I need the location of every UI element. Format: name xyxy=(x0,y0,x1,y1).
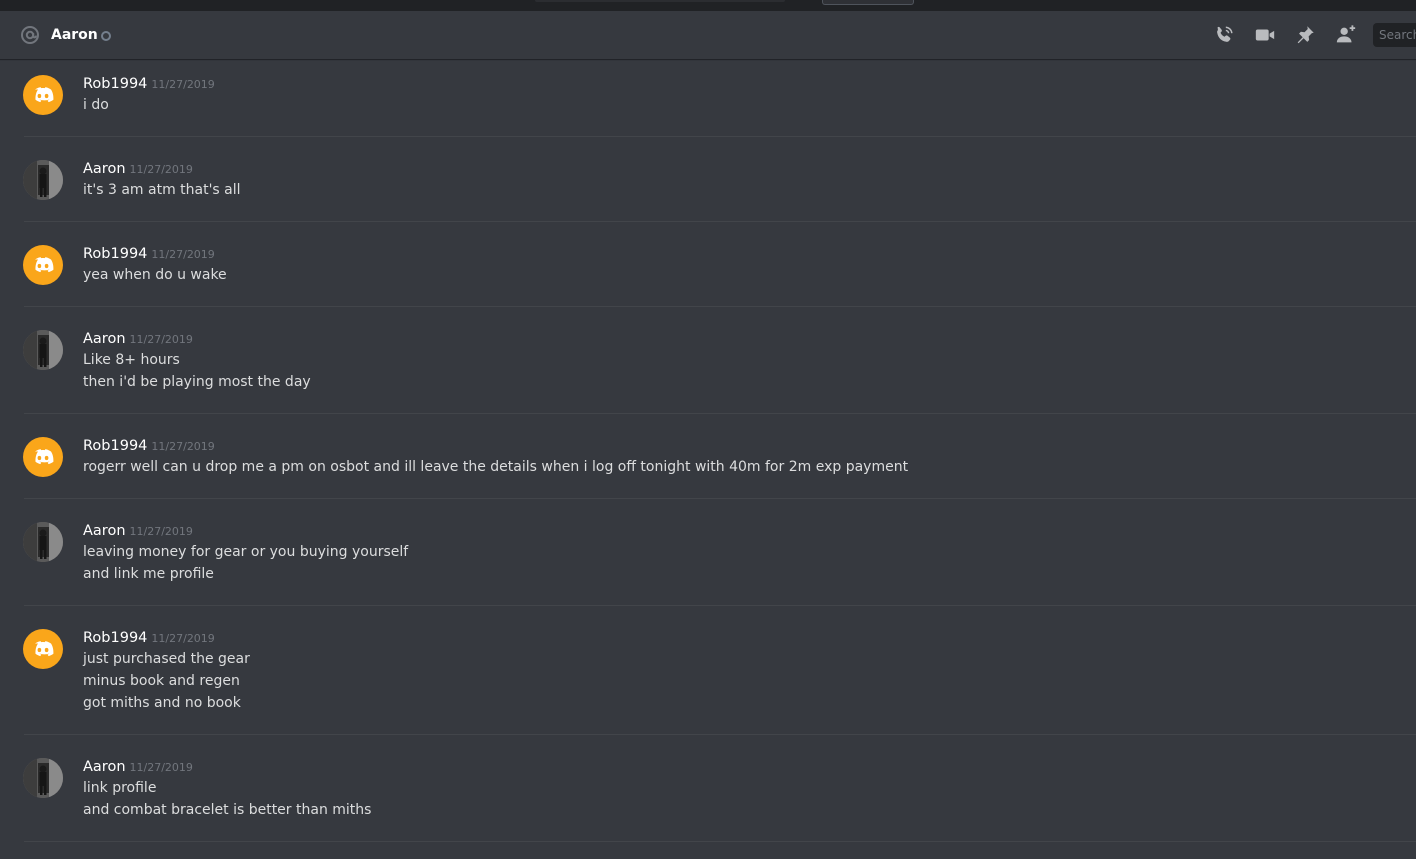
timestamp: 11/27/2019 xyxy=(129,333,193,346)
message-header: Aaron 11/27/2019 xyxy=(83,758,193,777)
author-name[interactable]: Aaron xyxy=(83,759,126,775)
message-divider xyxy=(24,221,1416,222)
timestamp: 11/27/2019 xyxy=(129,761,193,774)
profile-photo-icon xyxy=(23,758,63,798)
message-header: Aaron 11/27/2019 xyxy=(83,522,193,541)
message-line: leaving money for gear or you buying you… xyxy=(83,544,409,560)
message-divider xyxy=(24,605,1416,606)
message-content: it's 3 am atm that's all xyxy=(83,179,241,201)
discord-logo-icon xyxy=(35,257,54,273)
message-line: then i'd be playing most the day xyxy=(83,374,311,390)
message-header: Rob1994 11/27/2019 xyxy=(83,629,215,648)
discord-logo-icon xyxy=(35,87,54,103)
message-list: Rob1994 11/27/2019 i do Aaron 11/27/2019 i… xyxy=(0,59,1416,859)
avatar[interactable] xyxy=(23,245,63,285)
message-line: and link me profile xyxy=(83,566,214,582)
message-content: Like 8+ hours then i'd be playing most t… xyxy=(83,349,311,393)
channel-header: Aaron Search xyxy=(0,11,1416,59)
author-name[interactable]: Rob1994 xyxy=(83,76,147,92)
timestamp: 11/27/2019 xyxy=(151,248,215,261)
message-content: leaving money for gear or you buying you… xyxy=(83,541,408,585)
profile-photo-icon xyxy=(23,330,63,370)
message-header: Aaron 11/27/2019 xyxy=(83,160,193,179)
message-line: got miths and no book xyxy=(83,695,241,711)
message-content: yea when do u wake xyxy=(83,264,227,286)
timestamp: 11/27/2019 xyxy=(129,525,193,538)
message-content: rogerr well can u drop me a pm on osbot … xyxy=(83,456,908,478)
title-bar xyxy=(0,0,1416,11)
profile-photo-icon xyxy=(23,522,63,562)
message-divider xyxy=(24,734,1416,735)
message-line: minus book and regen xyxy=(83,673,240,689)
message-line: just purchased the gear xyxy=(83,651,250,667)
message-header: Aaron 11/27/2019 xyxy=(83,330,193,349)
status-indicator xyxy=(101,31,111,41)
message-content: link profile and combat bracelet is bett… xyxy=(83,777,371,821)
search-input[interactable]: Search xyxy=(1373,23,1416,47)
message-line: it's 3 am atm that's all xyxy=(83,182,241,198)
add-friend-icon[interactable] xyxy=(1335,24,1357,46)
avatar[interactable] xyxy=(23,160,63,200)
author-name[interactable]: Rob1994 xyxy=(83,438,147,454)
profile-photo-icon xyxy=(23,160,63,200)
author-name[interactable]: Aaron xyxy=(83,161,126,177)
message-divider xyxy=(24,306,1416,307)
pin-icon[interactable] xyxy=(1294,24,1316,46)
message-divider xyxy=(24,841,1416,842)
message-line: Like 8+ hours xyxy=(83,352,180,368)
message-line: i do xyxy=(83,97,109,113)
message-divider xyxy=(24,498,1416,499)
message-content: just purchased the gear minus book and r… xyxy=(83,648,250,714)
title-bar-button[interactable] xyxy=(822,0,914,5)
discord-logo-icon xyxy=(35,641,54,657)
message-header: Rob1994 11/27/2019 xyxy=(83,75,215,94)
avatar[interactable] xyxy=(23,629,63,669)
avatar[interactable] xyxy=(23,330,63,370)
video-icon[interactable] xyxy=(1254,24,1276,46)
author-name[interactable]: Aaron xyxy=(83,331,126,347)
message-line: yea when do u wake xyxy=(83,267,227,283)
avatar[interactable] xyxy=(23,758,63,798)
avatar[interactable] xyxy=(23,437,63,477)
timestamp: 11/27/2019 xyxy=(151,440,215,453)
message-divider xyxy=(24,136,1416,137)
message-line: link profile xyxy=(83,780,157,796)
avatar[interactable] xyxy=(23,522,63,562)
author-name[interactable]: Rob1994 xyxy=(83,246,147,262)
discord-logo-icon xyxy=(35,449,54,465)
timestamp: 11/27/2019 xyxy=(151,632,215,645)
message-divider xyxy=(24,413,1416,414)
title-bar-text xyxy=(535,0,785,2)
channel-name: Aaron xyxy=(51,27,98,43)
author-name[interactable]: Aaron xyxy=(83,523,126,539)
message-header: Rob1994 11/27/2019 xyxy=(83,437,215,456)
avatar[interactable] xyxy=(23,75,63,115)
message-line: and combat bracelet is better than miths xyxy=(83,802,372,818)
call-icon[interactable] xyxy=(1213,24,1235,46)
timestamp: 11/27/2019 xyxy=(129,163,193,176)
author-name[interactable]: Rob1994 xyxy=(83,630,147,646)
timestamp: 11/27/2019 xyxy=(151,78,215,91)
message-line: rogerr well can u drop me a pm on osbot … xyxy=(83,459,909,475)
at-icon xyxy=(20,25,40,45)
message-header: Rob1994 11/27/2019 xyxy=(83,245,215,264)
message-content: i do xyxy=(83,94,109,116)
